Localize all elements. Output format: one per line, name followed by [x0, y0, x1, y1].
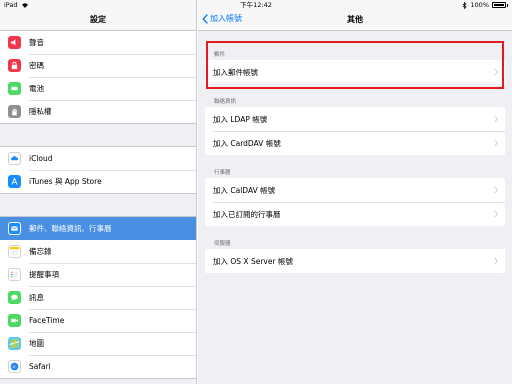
chevron-right-icon [494, 186, 498, 194]
compass-icon [8, 360, 21, 373]
message-icon [8, 291, 21, 304]
section-header-calendars: 行事曆 [214, 170, 231, 176]
add-ldap-account-row[interactable]: 加入 LDAP 帳號 [205, 107, 505, 131]
bluetooth-icon [463, 1, 467, 9]
sidebar-item-reminders[interactable]: 提醒事項 [0, 263, 196, 286]
chevron-right-icon [494, 210, 498, 218]
settings-group-3: 郵件、聯絡資訊、行事曆 備忘錄 提醒事項 訊息 FaceTime 地圖 Safa… [0, 216, 196, 379]
sidebar-item-label: 郵件、聯絡資訊、行事曆 [29, 224, 112, 233]
sidebar-item-label: 地圖 [29, 339, 44, 348]
mail-icon [8, 222, 21, 235]
sidebar-item-label: 提醒事項 [29, 270, 59, 279]
hand-icon [8, 105, 21, 118]
sidebar-item-itunes-app-store[interactable]: iTunes 與 App Store [0, 170, 196, 193]
sidebar-item-mail-contacts-calendars[interactable]: 郵件、聯絡資訊、行事曆 [0, 217, 196, 240]
page-title: 其他 [347, 15, 363, 24]
notes-icon [8, 245, 21, 258]
add-carddav-account-row[interactable]: 加入 CardDAV 帳號 [205, 131, 505, 155]
sidebar-item-label: iTunes 與 App Store [29, 177, 102, 186]
sidebar-item-privacy[interactable]: 隱私權 [0, 100, 196, 123]
reminders-icon [8, 268, 21, 281]
section-header-server: 伺服器 [214, 241, 231, 247]
lock-icon [8, 59, 21, 72]
status-time: 下午12:42 [240, 1, 272, 9]
settings-sidebar: 設定 聲音 密碼 電池 隱私權 iCloud iTunes 與 App Stor… [0, 0, 197, 384]
app-store-icon [8, 175, 21, 188]
sidebar-item-sounds[interactable]: 聲音 [0, 31, 196, 54]
sidebar-item-label: 密碼 [29, 61, 44, 70]
sidebar-item-maps[interactable]: 地圖 [0, 332, 196, 355]
cloud-icon [8, 152, 21, 165]
chevron-right-icon [494, 115, 498, 123]
row-label: 加入 CalDAV 帳號 [213, 185, 276, 195]
chevron-right-icon [494, 257, 498, 265]
sidebar-item-label: Safari [29, 362, 51, 371]
section-calendars: 加入 CalDAV 帳號 加入已訂閱的行事曆 [205, 178, 505, 226]
sidebar-item-messages[interactable]: 訊息 [0, 286, 196, 309]
row-label: 加入已訂閱的行事曆 [213, 209, 281, 219]
sidebar-item-facetime[interactable]: FaceTime [0, 309, 196, 332]
highlight-box [206, 41, 504, 89]
video-icon [8, 314, 21, 327]
sidebar-item-notes[interactable]: 備忘錄 [0, 240, 196, 263]
sidebar-item-safari[interactable]: Safari [0, 355, 196, 378]
settings-group-1: 聲音 密碼 電池 隱私權 [0, 31, 196, 124]
sidebar-item-label: 隱私權 [29, 107, 52, 116]
section-header-contacts: 聯絡資訊 [214, 99, 237, 105]
sidebar-item-battery[interactable]: 電池 [0, 77, 196, 100]
sidebar-item-icloud[interactable]: iCloud [0, 147, 196, 170]
sidebar-item-label: 備忘錄 [29, 247, 52, 256]
sidebar-item-label: 聲音 [29, 38, 44, 47]
add-subscribed-calendar-row[interactable]: 加入已訂閱的行事曆 [205, 202, 505, 226]
sidebar-item-label: FaceTime [29, 316, 65, 325]
battery-icon [8, 82, 21, 95]
map-icon [8, 337, 21, 350]
section-contacts: 加入 LDAP 帳號 加入 CardDAV 帳號 [205, 107, 505, 155]
settings-list: 聲音 密碼 電池 隱私權 iCloud iTunes 與 App Store 郵… [0, 31, 196, 384]
sidebar-item-label: iCloud [29, 154, 53, 163]
sidebar-title: 設定 [90, 15, 106, 24]
settings-group-2: iCloud iTunes 與 App Store [0, 146, 196, 194]
chevron-right-icon [494, 139, 498, 147]
add-caldav-account-row[interactable]: 加入 CalDAV 帳號 [205, 178, 505, 202]
status-bar: iPad 下午12:42 100% [0, 0, 512, 10]
sidebar-item-label: 電池 [29, 84, 44, 93]
battery-percent: 100% [470, 1, 489, 9]
row-label: 加入 LDAP 帳號 [213, 114, 268, 124]
battery-icon [492, 2, 506, 8]
section-server: 加入 OS X Server 帳號 [205, 249, 505, 273]
speaker-icon [8, 36, 21, 49]
sidebar-item-passcode[interactable]: 密碼 [0, 54, 196, 77]
add-osx-server-account-row[interactable]: 加入 OS X Server 帳號 [205, 249, 505, 273]
sidebar-item-label: 訊息 [29, 293, 44, 302]
row-label: 加入 CardDAV 帳號 [213, 138, 281, 148]
row-label: 加入 OS X Server 帳號 [213, 256, 293, 266]
